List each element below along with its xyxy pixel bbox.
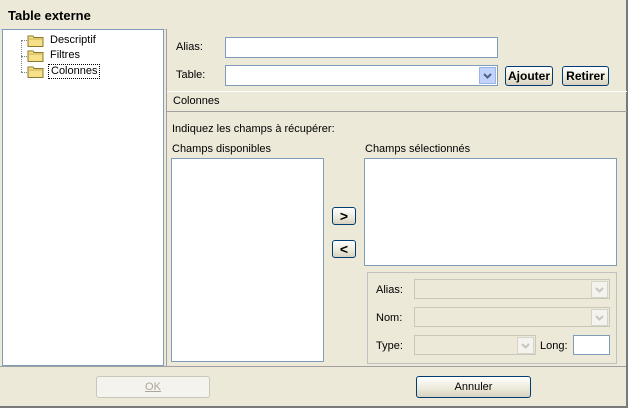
tree-item-colonnes[interactable]: Colonnes [27,63,101,79]
field-length-label: Long: [540,340,568,352]
remove-table-button[interactable]: Retirer [562,66,609,86]
field-length-input[interactable] [573,335,610,355]
folder-icon [27,65,45,78]
title-bar[interactable]: Table externe [0,0,626,30]
tree-item-label: Descriptif [50,33,96,46]
properties-panel: Alias: Table: Ajouter Retirer Colonnes I… [166,29,627,366]
field-alias-label: Alias: [376,284,403,296]
dialog-footer: OK Annuler [0,366,626,406]
tree-item-label: Colonnes [48,63,101,79]
chevron-down-icon[interactable] [591,281,608,298]
field-alias-select[interactable] [414,279,610,299]
available-fields-list[interactable] [171,158,324,362]
add-field-button[interactable]: > [332,207,356,225]
ok-button-label: OK [145,381,161,393]
navigation-tree[interactable]: Descriptif Filtres Colonnes [2,29,164,366]
remove-field-button[interactable]: < [332,240,356,258]
ok-button[interactable]: OK [96,376,210,398]
tree-item-filtres[interactable]: Filtres [27,47,82,63]
alias-label: Alias: [176,41,203,53]
field-name-label: Nom: [376,312,403,324]
cancel-button[interactable]: Annuler [416,376,531,398]
selected-fields-label: Champs sélectionnés [365,143,471,155]
folder-icon [27,34,45,47]
table-label: Table: [176,69,206,81]
available-fields-label: Champs disponibles [172,143,272,155]
table-select[interactable] [225,65,498,86]
cancel-button-label: Annuler [454,381,493,393]
instruction-text: Indiquez les champs à récupérer: [172,123,335,135]
folder-icon [27,49,45,62]
section-header: Colonnes [167,91,627,112]
table-externe-dialog: Table externe Descriptif Filtres Colonne… [0,0,628,408]
selected-fields-list[interactable] [364,158,617,266]
chevron-right-icon: > [339,208,349,224]
section-title: Colonnes [173,95,220,107]
alias-input[interactable] [225,37,498,58]
tree-item-descriptif[interactable]: Descriptif [27,32,98,48]
chevron-down-icon[interactable] [517,337,534,354]
add-table-button[interactable]: Ajouter [505,66,553,86]
chevron-down-icon[interactable] [479,67,496,84]
field-type-select[interactable] [414,335,536,355]
tree-item-label: Filtres [50,48,80,61]
field-properties-box: Alias: Nom: Type: Long: [367,272,617,364]
field-type-label: Type: [376,340,403,352]
chevron-left-icon: < [339,241,349,257]
window-title: Table externe [8,8,91,23]
field-name-select[interactable] [414,307,610,327]
chevron-down-icon[interactable] [591,309,608,326]
